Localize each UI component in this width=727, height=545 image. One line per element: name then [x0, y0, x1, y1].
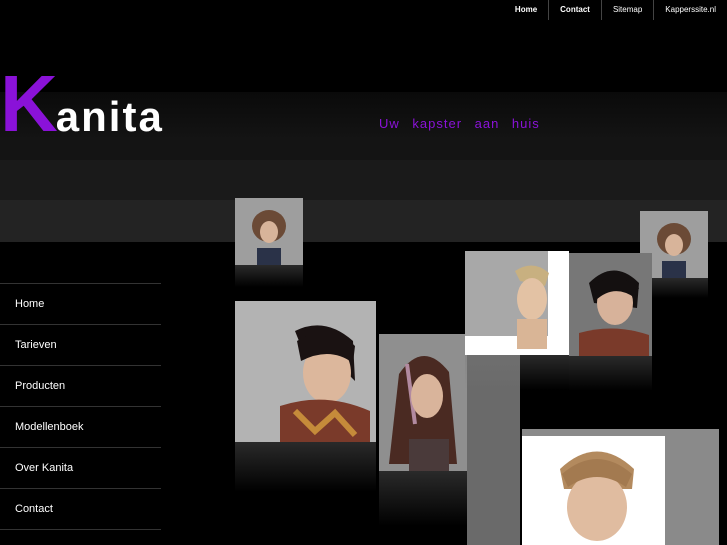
header-band [0, 140, 727, 160]
photo-reflection [465, 355, 569, 390]
site-logo[interactable]: K anita [0, 59, 164, 148]
logo-initial: K [0, 59, 58, 148]
topnav-contact-link[interactable]: Contact [548, 0, 601, 20]
header-band [0, 200, 727, 242]
sidebar-item-tarieven[interactable]: Tarieven [0, 324, 161, 365]
model-photo [235, 198, 303, 265]
sidebar-item-home[interactable]: Home [0, 283, 161, 324]
sidebar-item-contact[interactable]: Contact [0, 488, 161, 530]
model-photo [522, 429, 719, 545]
model-photo [465, 251, 569, 355]
top-navigation: Home Contact Sitemap Kapperssite.nl [504, 0, 727, 20]
header-band [0, 160, 727, 200]
topnav-home-link[interactable]: Home [504, 0, 548, 20]
topnav-kapperssite-link[interactable]: Kapperssite.nl [653, 0, 727, 20]
logo-text: anita [55, 93, 164, 140]
sidebar-navigation: Home Tarieven Producten Modellenboek Ove… [0, 283, 161, 530]
site-tagline: Uw kapster aan huis [379, 116, 540, 131]
photo-reflection [379, 471, 467, 526]
model-photo [379, 334, 467, 471]
photo-reflection [235, 265, 303, 287]
photo-reflection [569, 356, 652, 391]
model-photo [235, 301, 376, 442]
photo-reflection [235, 442, 376, 492]
model-photo [569, 253, 652, 356]
sidebar-item-producten[interactable]: Producten [0, 365, 161, 406]
sidebar-item-over-kanita[interactable]: Over Kanita [0, 447, 161, 488]
sidebar-item-modellenboek[interactable]: Modellenboek [0, 406, 161, 447]
topnav-sitemap-link[interactable]: Sitemap [600, 0, 653, 20]
